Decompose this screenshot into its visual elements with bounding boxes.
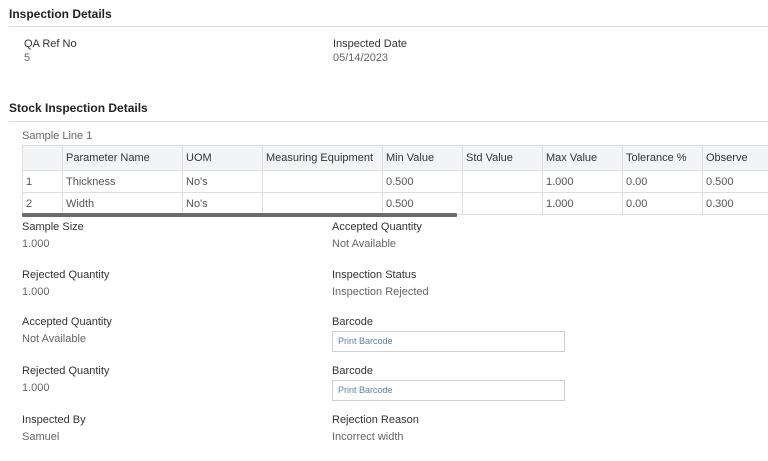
column-header: UOM: [182, 145, 263, 171]
section-divider: [9, 26, 768, 27]
column-header: [22, 145, 63, 171]
table-cell: [462, 192, 543, 215]
inspected-by-label: Inspected By: [22, 414, 86, 426]
inspected-date-value: 05/14/2023: [333, 52, 389, 64]
table-cell: 0.500: [702, 170, 768, 193]
rejected-quantity-value: 1.000: [22, 382, 50, 394]
rejection-reason-value: Incorrect width: [332, 431, 404, 443]
table-header-row: Parameter Name UOM Measuring Equipment M…: [22, 145, 768, 171]
accepted-quantity-field: Accepted Quantity Not Available: [22, 315, 112, 346]
print-barcode-link[interactable]: Print Barcode: [332, 331, 565, 352]
table-cell: 0.500: [382, 170, 463, 193]
qa-ref-value: 5: [24, 52, 31, 64]
inspection-status-value: Inspection Rejected: [332, 286, 429, 298]
print-barcode-link[interactable]: Print Barcode: [332, 380, 565, 401]
table-cell: Thickness: [62, 170, 183, 193]
inspected-by-value: Samuel: [22, 431, 60, 443]
sample-line-label: Sample Line 1: [22, 130, 93, 142]
barcode-label: Barcode: [332, 316, 373, 328]
section-divider: [9, 121, 768, 122]
rejected-quantity-field: Rejected Quantity 1.000: [22, 364, 109, 395]
column-header: Observe: [702, 145, 768, 171]
table-cell: [262, 192, 383, 215]
table-cell: 0.300: [702, 192, 768, 215]
barcode-field: Barcode Print Barcode: [332, 364, 565, 401]
table-row[interactable]: 2 Width No's 0.500 1.000 0.00 0.300: [22, 192, 768, 215]
table-cell: 2: [22, 192, 63, 215]
sample-size-value: 1.000: [22, 238, 50, 250]
rejected-quantity-value: 1.000: [22, 286, 50, 298]
inspected-date-label: Inspected Date: [333, 38, 407, 50]
horizontal-scrollbar[interactable]: [22, 213, 457, 217]
column-header: Std Value: [462, 145, 543, 171]
inspection-status-field: Inspection Status Inspection Rejected: [332, 268, 429, 299]
column-header: Tolerance %: [622, 145, 703, 171]
table-cell: 1.000: [542, 170, 623, 193]
barcode-field: Barcode Print Barcode: [332, 315, 565, 352]
accepted-quantity-field: Accepted Quantity Not Available: [332, 220, 422, 251]
parameter-grid[interactable]: Parameter Name UOM Measuring Equipment M…: [22, 145, 768, 217]
column-header: Max Value: [542, 145, 623, 171]
stock-inspection-title: Stock Inspection Details: [9, 101, 148, 115]
rejection-reason-label: Rejection Reason: [332, 414, 419, 426]
table-cell: No's: [182, 192, 263, 215]
column-header: Measuring Equipment: [262, 145, 383, 171]
inspected-date-field: Inspected Date 05/14/2023: [333, 37, 407, 65]
table-cell: 1.000: [542, 192, 623, 215]
rejection-reason-field: Rejection Reason Incorrect width: [332, 413, 419, 444]
inspection-details-title: Inspection Details: [9, 7, 112, 21]
rejected-quantity-label: Rejected Quantity: [22, 269, 110, 281]
accepted-quantity-label: Accepted Quantity: [332, 221, 422, 233]
rejected-quantity-label: Rejected Quantity: [22, 365, 110, 377]
table-cell: [262, 170, 383, 193]
table-cell: 0.00: [622, 170, 703, 193]
barcode-label: Barcode: [332, 365, 373, 377]
rejected-quantity-field: Rejected Quantity 1.000: [22, 268, 109, 299]
qa-ref-label: QA Ref No: [24, 38, 77, 50]
parameter-table: Parameter Name UOM Measuring Equipment M…: [22, 145, 768, 215]
accepted-quantity-value: Not Available: [332, 238, 397, 250]
accepted-quantity-label: Accepted Quantity: [22, 316, 112, 328]
table-cell: Width: [62, 192, 183, 215]
inspection-status-label: Inspection Status: [332, 269, 417, 281]
table-row[interactable]: 1 Thickness No's 0.500 1.000 0.00 0.500: [22, 170, 768, 193]
sample-size-label: Sample Size: [22, 221, 84, 233]
accepted-quantity-value: Not Available: [22, 333, 87, 345]
table-cell: 1: [22, 170, 63, 193]
table-cell: 0.00: [622, 192, 703, 215]
sample-size-field: Sample Size 1.000: [22, 220, 84, 251]
table-cell: 0.500: [382, 192, 463, 215]
column-header: Min Value: [382, 145, 463, 171]
table-cell: [462, 170, 543, 193]
column-header: Parameter Name: [62, 145, 183, 171]
table-cell: No's: [182, 170, 263, 193]
qa-ref-field: QA Ref No 5: [24, 37, 77, 65]
inspected-by-field: Inspected By Samuel: [22, 413, 86, 444]
